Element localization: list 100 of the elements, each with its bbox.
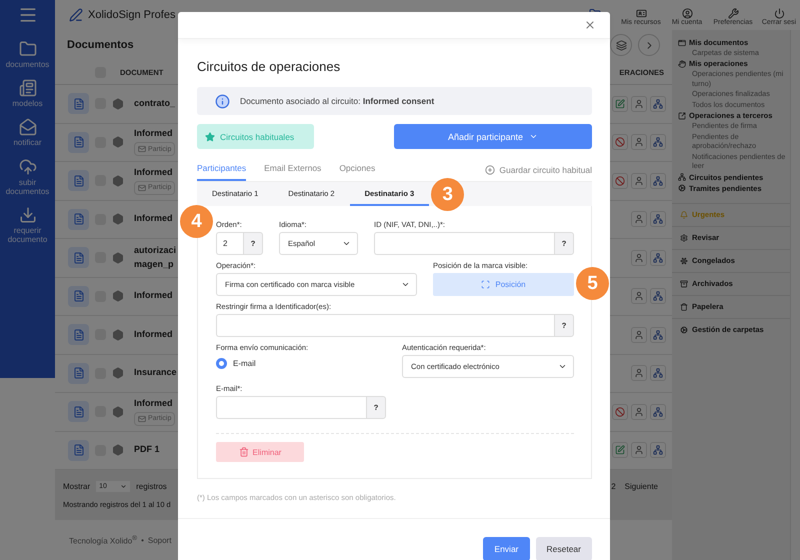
- sidebar-item[interactable]: subir documentos: [0, 178, 55, 196]
- email-field[interactable]: [216, 396, 366, 419]
- user-button[interactable]: [631, 134, 647, 150]
- user-button[interactable]: [631, 288, 647, 304]
- newspaper-icon[interactable]: [18, 79, 36, 98]
- document-name[interactable]: Informed: [134, 213, 173, 226]
- pdf-button[interactable]: [68, 286, 89, 307]
- network-button[interactable]: [650, 365, 666, 382]
- pdf-button[interactable]: [68, 170, 89, 192]
- document-name[interactable]: Insurance: [134, 367, 177, 380]
- pdf-button[interactable]: [68, 208, 89, 230]
- user-button[interactable]: [631, 442, 647, 458]
- document-name[interactable]: PDF 1: [134, 444, 160, 456]
- ban-button[interactable]: [612, 134, 628, 150]
- ban-icon: [615, 137, 625, 148]
- next-link[interactable]: Siguiente: [624, 482, 658, 491]
- document-name[interactable]: Informed: [134, 290, 173, 302]
- add-participant-button[interactable]: Añadir participante: [394, 124, 592, 149]
- order-field[interactable]: 2: [216, 232, 243, 255]
- user-button[interactable]: [631, 211, 647, 228]
- pdf-button[interactable]: [68, 132, 89, 153]
- trash-icon: [238, 447, 249, 457]
- network-icon: [653, 445, 663, 456]
- user-button[interactable]: [631, 96, 647, 112]
- chevron-down-icon: [401, 280, 410, 289]
- cloud-upload-icon[interactable]: [18, 158, 36, 176]
- radio-label[interactable]: E-mail: [233, 358, 256, 368]
- pdf-button[interactable]: [68, 93, 89, 114]
- support-link[interactable]: Soport: [148, 536, 172, 544]
- document-name[interactable]: autorizaci: [134, 245, 176, 257]
- network-button[interactable]: [650, 250, 666, 266]
- network-button[interactable]: [650, 211, 666, 228]
- user-icon: [634, 137, 644, 148]
- document-name[interactable]: Informed: [134, 128, 176, 140]
- wrench-icon[interactable]: [728, 8, 738, 18]
- mail-icon: [138, 145, 146, 154]
- document-icon: [72, 136, 84, 148]
- network-icon: [653, 291, 663, 302]
- user-button[interactable]: [631, 365, 647, 382]
- ban-button[interactable]: [612, 404, 628, 420]
- edit-button[interactable]: [612, 96, 628, 112]
- network-button[interactable]: [650, 326, 666, 343]
- envelope-icon[interactable]: [18, 118, 36, 136]
- gear-icon: [680, 234, 688, 242]
- document-name[interactable]: Informed: [134, 166, 176, 179]
- pdf-button[interactable]: [68, 362, 89, 384]
- ban-icon: [615, 406, 625, 417]
- sidebar-item[interactable]: requerir documento: [0, 226, 55, 244]
- user-button[interactable]: [631, 250, 647, 266]
- save-circuit-link[interactable]: Guardar circuito habitual: [485, 165, 592, 181]
- document-name[interactable]: Informed: [134, 398, 176, 410]
- network-button[interactable]: [650, 404, 666, 420]
- sidebar-item[interactable]: documentos: [6, 60, 50, 70]
- network-button[interactable]: [650, 96, 666, 112]
- network-icon: [678, 173, 686, 182]
- send-button[interactable]: Enviar: [483, 537, 530, 560]
- close-icon[interactable]: [584, 19, 596, 31]
- sidebar-item[interactable]: modelos: [12, 99, 43, 108]
- power-icon[interactable]: [774, 8, 784, 18]
- position-button[interactable]: Posición: [433, 273, 574, 296]
- hexagon-icon: [112, 98, 124, 110]
- network-icon: [653, 330, 663, 340]
- ban-button[interactable]: [612, 172, 628, 189]
- sidebar-item[interactable]: notificar: [13, 138, 42, 148]
- reset-button[interactable]: Resetear: [536, 537, 592, 560]
- id-field[interactable]: [374, 232, 554, 255]
- radio-button[interactable]: [216, 358, 227, 368]
- page-number[interactable]: 2: [611, 482, 616, 491]
- download-icon[interactable]: [18, 206, 36, 224]
- pdf-button[interactable]: [68, 324, 89, 346]
- pen-icon: [69, 8, 83, 22]
- chevron-down-icon: [529, 132, 538, 141]
- document-name[interactable]: Informed: [134, 328, 173, 341]
- user-button[interactable]: [631, 172, 647, 189]
- user-icon: [634, 330, 644, 340]
- network-button[interactable]: [650, 134, 666, 150]
- document-name[interactable]: contrato_: [134, 98, 176, 110]
- id-card-icon[interactable]: [636, 8, 646, 18]
- user-icon: [634, 368, 644, 378]
- hexagon-icon: [112, 290, 124, 302]
- network-button[interactable]: [650, 288, 666, 304]
- user-icon[interactable]: [682, 8, 692, 18]
- pdf-button[interactable]: [68, 440, 89, 461]
- tab[interactable]: Email Externos: [264, 163, 322, 181]
- document-icon: [72, 406, 84, 418]
- delete-button[interactable]: Eliminar: [216, 442, 304, 462]
- edit-button[interactable]: [612, 442, 628, 458]
- document-name[interactable]: magen_p: [134, 258, 176, 270]
- network-icon: [653, 368, 663, 378]
- user-icon: [634, 291, 644, 302]
- identifier-field[interactable]: [216, 314, 554, 337]
- pdf-button[interactable]: [68, 247, 89, 268]
- habitual-circuits-button[interactable]: Circuitos habituales: [197, 124, 314, 149]
- network-button[interactable]: [650, 172, 666, 189]
- folder-icon[interactable]: [18, 40, 36, 58]
- user-button[interactable]: [631, 326, 647, 343]
- pdf-button[interactable]: [68, 401, 89, 422]
- tab[interactable]: Opciones: [339, 163, 376, 181]
- network-button[interactable]: [650, 442, 666, 458]
- user-button[interactable]: [631, 404, 647, 420]
